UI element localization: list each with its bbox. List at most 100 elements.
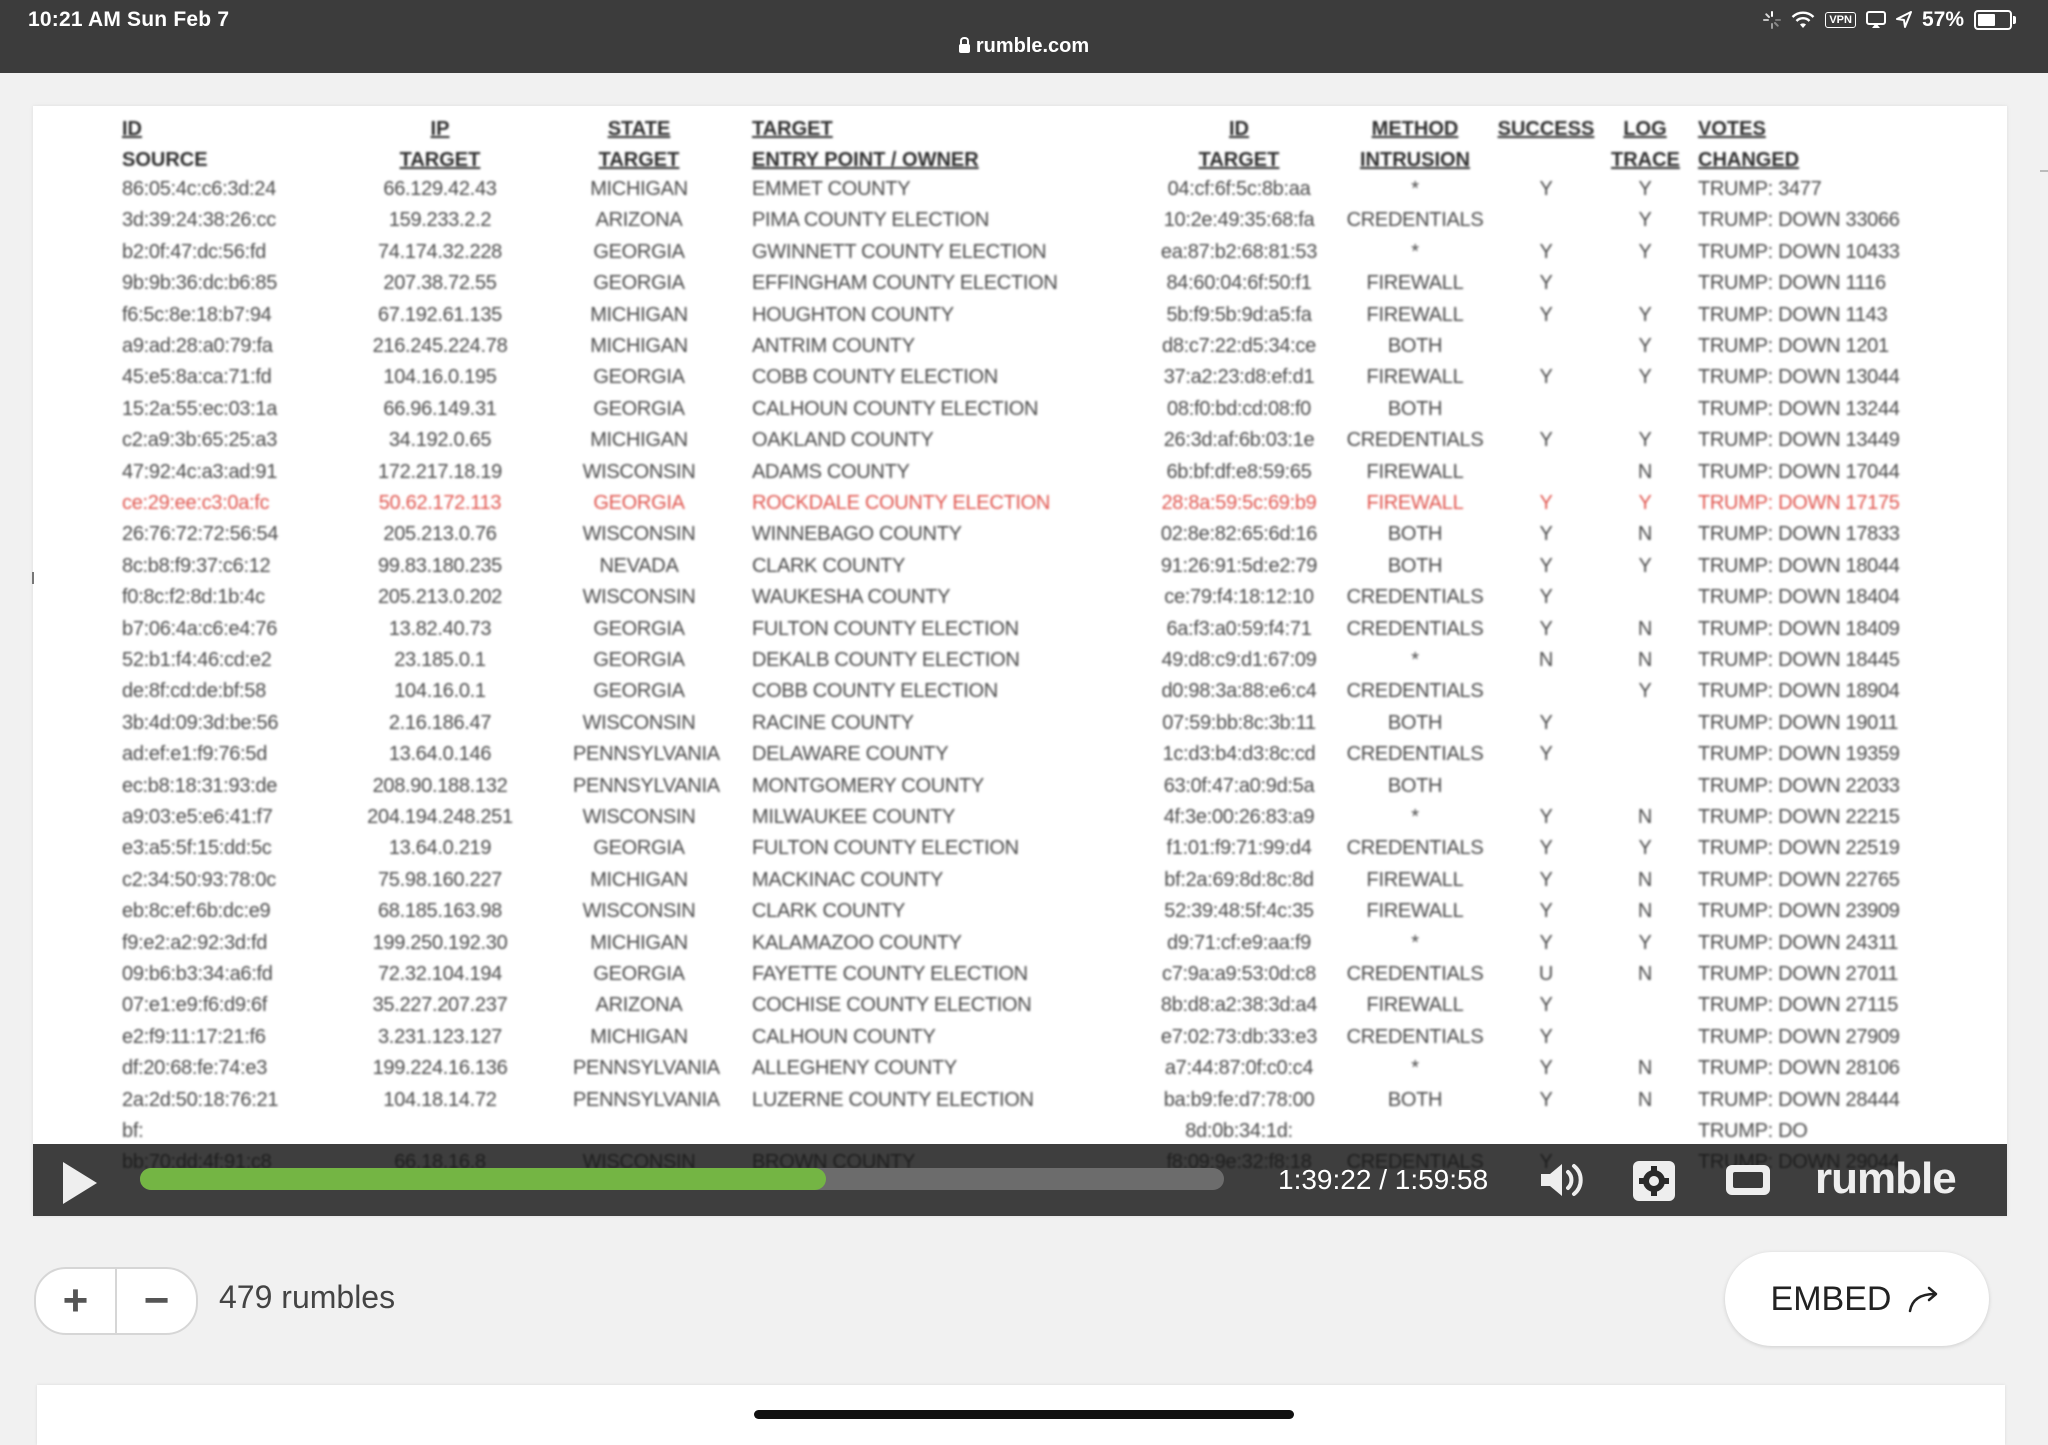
table-cell-log-trace: Y: [1638, 178, 1652, 200]
table-cell-votes-changed: TRUMP: DOWN 28444: [1698, 1088, 1900, 1111]
volume-icon[interactable]: [1537, 1160, 1587, 1200]
table-cell-target-entry: PIMA COUNTY ELECTION: [752, 209, 990, 232]
table-cell-state-target: ARIZONA: [595, 994, 683, 1017]
table-cell-ip-target: 72.32.104.194: [377, 963, 502, 985]
video-player[interactable]: ID SOURCE IP TARGET STATE TARGET TARGET ENTRY P…: [33, 106, 2007, 1216]
table-cell-ip-target: 13.64.0.146: [388, 743, 492, 766]
table-cell-ip-target: 199.250.192.30: [372, 931, 508, 954]
table-cell-success: Y: [1539, 240, 1553, 263]
table-cell-id-target: 4f:3e:00:26:83:a9: [1163, 806, 1315, 828]
table-cell-method-intrusion: BOTH: [1387, 523, 1443, 546]
header-method-intrusion-2: INTRUSION: [1360, 149, 1470, 171]
table-cell-id-target: f1:01:f9:71:99:d4: [1166, 837, 1312, 860]
play-icon[interactable]: [63, 1162, 97, 1204]
table-cell-state-target: GEORGIA: [593, 649, 685, 671]
table-cell-state-target: GEORGIA: [593, 963, 685, 985]
table-cell-success: Y: [1539, 178, 1553, 200]
table-cell-state-target: PENNSYLVANIA: [573, 1057, 720, 1080]
table-cell-votes-changed: TRUMP: DOWN 1201: [1698, 335, 1889, 357]
header-target-entry-1: TARGET: [752, 118, 833, 140]
table-cell-log-trace: Y: [1638, 366, 1652, 389]
table-cell-method-intrusion: BOTH: [1387, 711, 1443, 734]
header-method-intrusion-1: METHOD: [1371, 118, 1459, 140]
status-bar: 10:21 AM Sun Feb 7 rumble.com VPN 57%: [0, 0, 2048, 73]
table-cell-state-target: WISCONSIN: [582, 806, 696, 828]
header-log-trace-1: LOG: [1623, 118, 1667, 140]
table-cell-ip-target: 13.82.40.73: [388, 617, 492, 640]
upvote-button[interactable]: +: [36, 1269, 115, 1333]
table-cell-target-entry: RACINE COUNTY: [752, 711, 914, 734]
table-cell-ip-target: 50.62.172.113: [378, 492, 502, 514]
embed-button[interactable]: EMBED: [1725, 1252, 1989, 1346]
table-cell-target-entry: WINNEBAGO COUNTY: [752, 523, 962, 546]
table-cell-method-intrusion: CREDENTIALS: [1346, 586, 1484, 609]
table-cell-id-target: d0:98:3a:88:e6:c4: [1161, 680, 1317, 703]
table-cell-state-target: MICHIGAN: [590, 303, 688, 326]
table-cell-success: Y: [1539, 743, 1553, 766]
lock-icon: [958, 37, 970, 53]
table-cell-ip-target: 204.194.248.251: [367, 806, 513, 828]
table-cell-log-trace: Y: [1638, 492, 1652, 514]
downvote-button[interactable]: −: [115, 1269, 196, 1333]
table-cell-votes-changed: TRUMP: DOWN 23909: [1698, 900, 1900, 923]
table-cell-id-target: 1c:d3:b4:d3:8c:cd: [1162, 743, 1316, 766]
table-cell-method-intrusion: BOTH: [1387, 1088, 1443, 1111]
table-cell-target-entry: ALLEGHENY COUNTY: [752, 1057, 957, 1080]
table-cell-success: Y: [1539, 617, 1553, 640]
home-indicator[interactable]: [754, 1410, 1294, 1419]
table-cell-id-source: 45:e5:8a:ca:71:fd: [122, 366, 272, 389]
wifi-icon: [1792, 11, 1815, 28]
table-cell-state-target: GEORGIA: [593, 617, 685, 640]
table-cell-success: Y: [1539, 837, 1553, 860]
table-cell-id-target: 5b:f9:5b:9d:a5:fa: [1166, 303, 1312, 326]
table-cell-id-target: 02:8e:82:65:6d:16: [1160, 523, 1318, 546]
table-cell-ip-target: 199.224.16.136: [372, 1057, 508, 1080]
table-cell-method-intrusion: BOTH: [1387, 554, 1443, 577]
table-cell-method-intrusion: *: [1411, 649, 1419, 671]
table-cell-target-entry: COBB COUNTY ELECTION: [752, 366, 998, 389]
settings-gear-icon[interactable]: [1631, 1160, 1677, 1202]
table-cell-id-source: b2:0f:47:dc:56:fd: [122, 240, 266, 263]
table-cell-target-entry: WAUKESHA COUNTY: [752, 586, 951, 609]
table-cell-target-entry: CALHOUN COUNTY ELECTION: [752, 397, 1039, 420]
table-cell-method-intrusion: FIREWALL: [1366, 460, 1464, 483]
table-cell-id-target: 26:3d:af:6b:03:1e: [1163, 429, 1315, 452]
table-cell-id-source: ad:ef:e1:f9:76:5d: [122, 743, 268, 766]
theater-mode-icon[interactable]: [1725, 1164, 1771, 1196]
table-cell-ip-target: 172.217.18.19: [377, 460, 502, 483]
table-cell-id-target: 49:d8:c9:d1:67:09: [1161, 649, 1317, 671]
table-cell-votes-changed: TRUMP: DOWN 27115: [1698, 994, 1899, 1017]
table-cell-method-intrusion: FIREWALL: [1366, 994, 1464, 1017]
url-text[interactable]: rumble.com: [976, 35, 1089, 57]
table-cell-votes-changed: TRUMP: DOWN 27909: [1698, 1025, 1900, 1048]
table-cell-state-target: GEORGIA: [593, 240, 685, 263]
table-cell-success: Y: [1539, 554, 1553, 577]
battery-level: [1978, 14, 1996, 26]
embed-label: EMBED: [1770, 1279, 1892, 1318]
table-cell-target-entry: MILWAUKEE COUNTY: [752, 806, 955, 828]
table-cell-method-intrusion: BOTH: [1387, 774, 1443, 797]
table-cell-success: Y: [1539, 586, 1553, 609]
progress-bar[interactable]: [140, 1168, 1224, 1190]
header-ip-target-2: TARGET: [399, 149, 481, 171]
address-bar[interactable]: rumble.com: [0, 35, 2048, 58]
table-cell-success: Y: [1539, 806, 1553, 828]
table-cell-ip-target: 104.18.14.72: [383, 1088, 497, 1111]
rumble-logo[interactable]: rumble: [1815, 1154, 1957, 1204]
table-cell-target-entry: CALHOUN COUNTY: [752, 1025, 936, 1048]
table-cell-id-source: f6:5c:8e:18:b7:94: [122, 303, 272, 326]
table-cell-id-source: 07:e1:e9:f6:d9:6f: [122, 994, 268, 1017]
table-cell-id-source: c2:34:50:93:78:0c: [122, 868, 276, 891]
table-cell-target-entry: HOUGHTON COUNTY: [752, 303, 954, 326]
battery-percent: 57%: [1921, 8, 1964, 31]
table-cell-success: Y: [1539, 523, 1553, 546]
table-cell-id-source: eb:8c:ef:6b:dc:e9: [122, 900, 271, 923]
table-cell-id-source: b7:06:4a:c6:e4:76: [122, 617, 278, 640]
table-cell-ip-target: 2.16.186.47: [388, 711, 492, 734]
table-cell-state-target: MICHIGAN: [590, 335, 688, 357]
table-cell-state-target: WISCONSIN: [582, 711, 696, 734]
table-cell-log-trace: N: [1637, 963, 1653, 985]
table-cell-id-source: a9:03:e5:e6:41:f7: [122, 806, 273, 828]
table-cell-id-target: bf:2a:69:8d:8c:8d: [1164, 868, 1314, 891]
table-cell-id-source: ec:b8:18:31:93:de: [122, 774, 278, 797]
